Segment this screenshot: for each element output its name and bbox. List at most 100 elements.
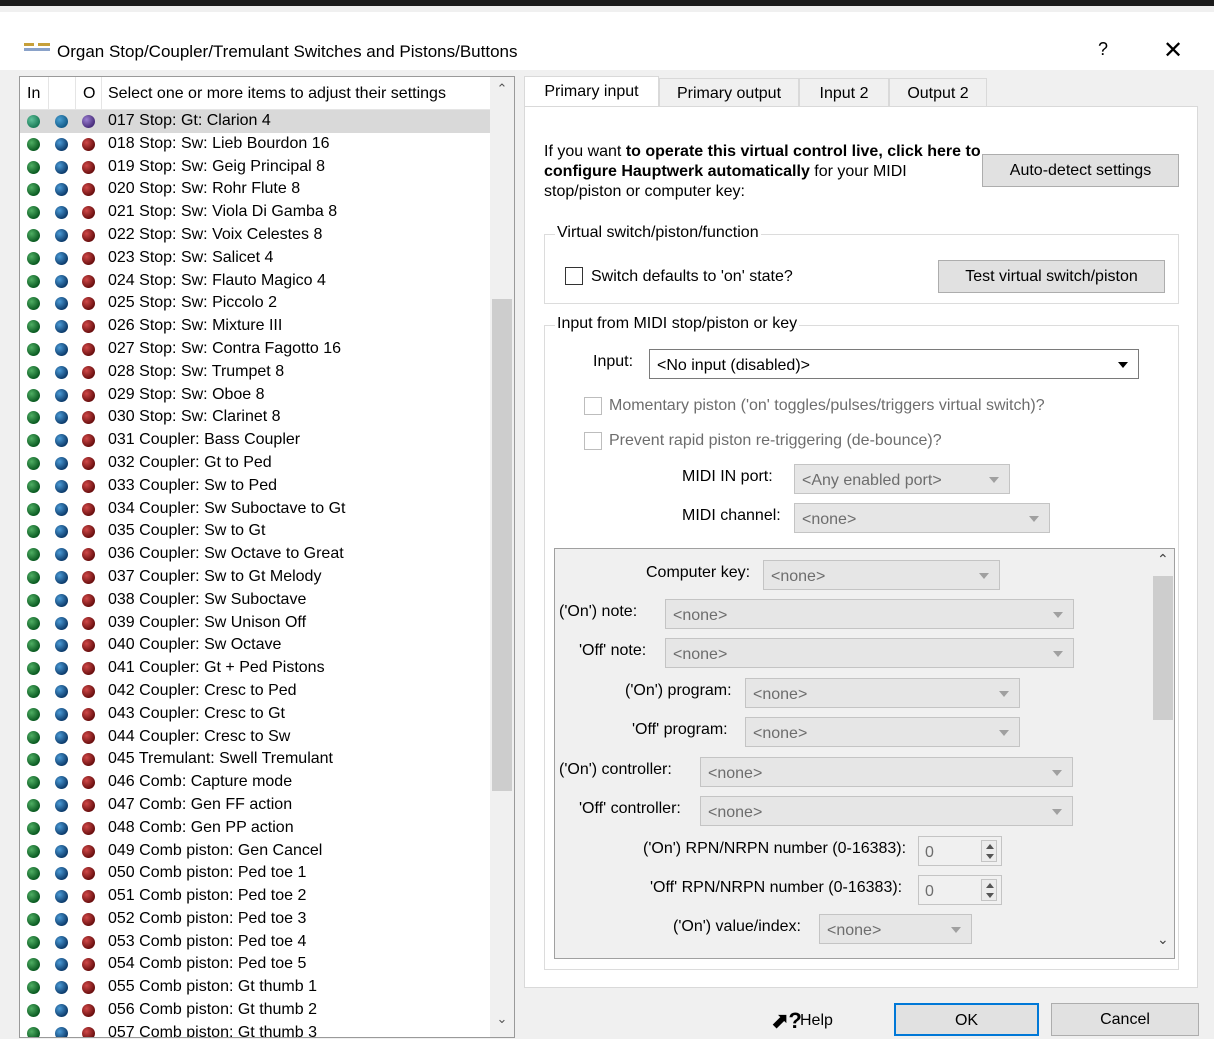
list-item[interactable]: 039 Coupler: Sw Unison Off xyxy=(20,612,490,635)
list-item[interactable]: 047 Comb: Gen FF action xyxy=(20,794,490,817)
list-item[interactable]: 027 Stop: Sw: Contra Fagotto 16 xyxy=(20,338,490,361)
list-item[interactable]: 026 Stop: Sw: Mixture III xyxy=(20,315,490,338)
list-item-label: 021 Stop: Sw: Viola Di Gamba 8 xyxy=(108,203,338,221)
test-virtual-switch-button[interactable]: Test virtual switch/piston xyxy=(938,260,1165,293)
spin-arrows-icon[interactable] xyxy=(981,879,997,901)
panel-scroll-thumb[interactable] xyxy=(1153,576,1173,720)
list-item[interactable]: 053 Comb piston: Ped toe 4 xyxy=(20,931,490,954)
output-status-icon xyxy=(82,411,95,425)
on-rpn-stepper[interactable]: 0 xyxy=(918,836,1002,866)
list-item[interactable]: 049 Comb piston: Gen Cancel xyxy=(20,840,490,863)
tab-input-2[interactable]: Input 2 xyxy=(799,78,889,108)
list-item[interactable]: 019 Stop: Sw: Geig Principal 8 xyxy=(20,156,490,179)
off-note-select[interactable]: <none> xyxy=(665,638,1074,668)
list-item[interactable]: 024 Stop: Sw: Flauto Magico 4 xyxy=(20,270,490,293)
list-item[interactable]: 046 Comb: Capture mode xyxy=(20,771,490,794)
list-item[interactable]: 044 Coupler: Cresc to Sw xyxy=(20,726,490,749)
tab-output-2[interactable]: Output 2 xyxy=(889,78,987,108)
list-item[interactable]: 048 Comb: Gen PP action xyxy=(20,817,490,840)
list-item[interactable]: 038 Coupler: Sw Suboctave xyxy=(20,589,490,612)
list-item[interactable]: 057 Comb piston: Gt thumb 3 xyxy=(20,1022,490,1037)
output-status-icon xyxy=(82,616,95,630)
list-item-label: 039 Coupler: Sw Unison Off xyxy=(108,613,307,631)
header-in[interactable]: In xyxy=(27,85,40,103)
list-item[interactable]: 040 Coupler: Sw Octave xyxy=(20,634,490,657)
list-item[interactable]: 042 Coupler: Cresc to Ped xyxy=(20,680,490,703)
output-status-icon xyxy=(82,479,95,493)
help-button[interactable]: Help xyxy=(800,1012,833,1030)
computer-key-select[interactable]: <none> xyxy=(763,560,1000,590)
list-item[interactable]: 034 Coupler: Sw Suboctave to Gt xyxy=(20,498,490,521)
list-item[interactable]: 037 Coupler: Sw to Gt Melody xyxy=(20,566,490,589)
list-item-label: 035 Coupler: Sw to Gt xyxy=(108,522,266,540)
input-status-icon xyxy=(27,707,40,721)
help-title-button[interactable]: ? xyxy=(1098,39,1108,60)
secondary-status-icon xyxy=(55,548,68,562)
list-scrollbar[interactable]: ⌃ ⌄ xyxy=(490,77,514,1037)
list-item[interactable]: 028 Stop: Sw: Trumpet 8 xyxy=(20,361,490,384)
scroll-up-icon[interactable]: ⌃ xyxy=(1157,551,1169,568)
list-item[interactable]: 025 Stop: Sw: Piccolo 2 xyxy=(20,292,490,315)
list-item[interactable]: 052 Comb piston: Ped toe 3 xyxy=(20,908,490,931)
on-note-select[interactable]: <none> xyxy=(665,599,1074,629)
on-controller-select[interactable]: <none> xyxy=(700,757,1073,787)
switch-defaults-checkbox[interactable] xyxy=(565,267,583,285)
output-status-icon xyxy=(82,183,95,197)
spin-arrows-icon[interactable] xyxy=(981,840,997,862)
list-item[interactable]: 033 Coupler: Sw to Ped xyxy=(20,475,490,498)
input-status-icon xyxy=(27,525,40,539)
ok-button[interactable]: OK xyxy=(894,1003,1039,1036)
off-controller-select[interactable]: <none> xyxy=(700,796,1073,826)
tab-primary-output[interactable]: Primary output xyxy=(659,78,799,108)
momentary-checkbox[interactable] xyxy=(584,397,602,415)
off-rpn-stepper[interactable]: 0 xyxy=(918,875,1002,905)
close-icon[interactable]: ✕ xyxy=(1163,36,1183,64)
list-item[interactable]: 035 Coupler: Sw to Gt xyxy=(20,520,490,543)
tab-primary-input[interactable]: Primary input xyxy=(524,76,659,108)
header-select[interactable]: Select one or more items to adjust their… xyxy=(108,85,446,103)
secondary-status-icon xyxy=(55,684,68,698)
midi-channel-select[interactable]: <none> xyxy=(794,503,1050,533)
help-pointer-icon: ⬈? xyxy=(770,1008,802,1033)
list-item[interactable]: 056 Comb piston: Gt thumb 2 xyxy=(20,999,490,1022)
off-program-select[interactable]: <none> xyxy=(745,717,1020,747)
on-program-select[interactable]: <none> xyxy=(745,678,1020,708)
panel-scrollbar[interactable]: ⌃ ⌄ xyxy=(1151,549,1174,958)
switch-list[interactable]: In O Select one or more items to adjust … xyxy=(19,76,515,1038)
list-item[interactable]: 021 Stop: Sw: Viola Di Gamba 8 xyxy=(20,201,490,224)
midi-port-select[interactable]: <Any enabled port> xyxy=(794,464,1010,494)
list-item[interactable]: 030 Stop: Sw: Clarinet 8 xyxy=(20,406,490,429)
list-item[interactable]: 036 Coupler: Sw Octave to Great xyxy=(20,543,490,566)
debounce-checkbox[interactable] xyxy=(584,432,602,450)
list-item[interactable]: 045 Tremulant: Swell Tremulant xyxy=(20,748,490,771)
list-item[interactable]: 032 Coupler: Gt to Ped xyxy=(20,452,490,475)
cancel-button[interactable]: Cancel xyxy=(1051,1003,1199,1036)
scroll-down-icon[interactable]: ⌄ xyxy=(1157,931,1169,948)
input-status-icon xyxy=(27,1004,40,1018)
list-item[interactable]: 051 Comb piston: Ped toe 2 xyxy=(20,885,490,908)
auto-detect-button[interactable]: Auto-detect settings xyxy=(982,154,1179,187)
list-item[interactable]: 017 Stop: Gt: Clarion 4 xyxy=(20,110,490,133)
scroll-up-icon[interactable]: ⌃ xyxy=(490,81,514,105)
output-status-icon xyxy=(82,342,95,356)
on-value-select[interactable]: <none> xyxy=(819,914,972,944)
scroll-down-icon[interactable]: ⌄ xyxy=(490,1011,514,1035)
input-select[interactable]: <No input (disabled)> xyxy=(649,349,1139,379)
list-item[interactable]: 050 Comb piston: Ped toe 1 xyxy=(20,862,490,885)
list-item[interactable]: 041 Coupler: Gt + Ped Pistons xyxy=(20,657,490,680)
list-item[interactable]: 043 Coupler: Cresc to Gt xyxy=(20,703,490,726)
list-item[interactable]: 018 Stop: Sw: Lieb Bourdon 16 xyxy=(20,133,490,156)
list-item[interactable]: 055 Comb piston: Gt thumb 1 xyxy=(20,976,490,999)
list-item[interactable]: 022 Stop: Sw: Voix Celestes 8 xyxy=(20,224,490,247)
list-item-label: 046 Comb: Capture mode xyxy=(108,773,293,791)
list-item-label: 054 Comb piston: Ped toe 5 xyxy=(108,955,307,973)
input-status-icon xyxy=(27,1026,40,1037)
header-o[interactable]: O xyxy=(83,85,95,103)
list-item[interactable]: 054 Comb piston: Ped toe 5 xyxy=(20,953,490,976)
scroll-thumb[interactable] xyxy=(492,299,512,791)
input-status-icon xyxy=(27,456,40,470)
list-item[interactable]: 031 Coupler: Bass Coupler xyxy=(20,429,490,452)
list-item[interactable]: 029 Stop: Sw: Oboe 8 xyxy=(20,384,490,407)
list-item[interactable]: 020 Stop: Sw: Rohr Flute 8 xyxy=(20,178,490,201)
list-item[interactable]: 023 Stop: Sw: Salicet 4 xyxy=(20,247,490,270)
